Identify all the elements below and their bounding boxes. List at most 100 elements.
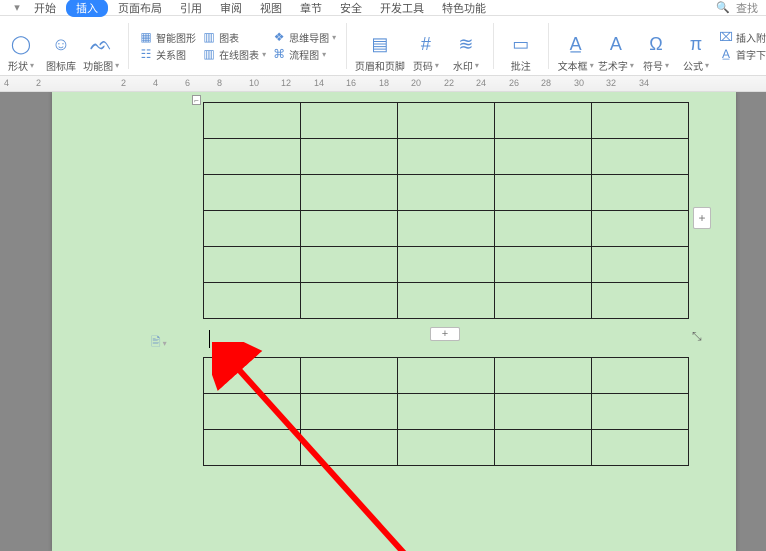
ribbon-mindmap[interactable]: ❖思维导图▾ [272,30,336,45]
table-cell[interactable] [398,358,495,394]
ribbon-attach[interactable]: ⌧插入附 [719,30,766,45]
table-cell[interactable] [398,139,495,175]
table-cell[interactable] [495,103,592,139]
horizontal-ruler[interactable]: 42246810121416182022242628303234 [0,76,766,92]
table-cell[interactable] [398,103,495,139]
table-cell[interactable] [592,139,689,175]
chart-icon: ▥ [202,30,216,44]
table-cell[interactable] [495,394,592,430]
document-page[interactable]: ⌐ + + ⤡ 🖹 ▾ [52,92,736,551]
table-cell[interactable] [398,283,495,319]
menu-review[interactable]: 审阅 [212,0,250,16]
table-cell[interactable] [592,283,689,319]
ribbon-chart[interactable]: ▥图表 [202,30,266,45]
attach-icon: ⌧ [719,30,733,44]
table-cell[interactable] [204,211,301,247]
table-cell[interactable] [592,175,689,211]
table-cell[interactable] [495,211,592,247]
funcgraph-icon: ᨒ [90,34,112,56]
menu-featured[interactable]: 特色功能 [434,0,494,16]
table-cell[interactable] [204,175,301,211]
menu-start[interactable]: 开始 [26,0,64,16]
ribbon-watermark[interactable]: ≋ 水印▾ [449,19,483,73]
chevron-down-icon: ▾ [705,61,709,70]
table-cell[interactable] [495,175,592,211]
table-cell[interactable] [495,430,592,466]
table-row [204,139,689,175]
table-cell[interactable] [204,430,301,466]
ribbon-formula[interactable]: π 公式▾ [679,19,713,73]
ribbon-dropcap[interactable]: A̲首字下 [719,47,766,62]
menu-chapter[interactable]: 章节 [292,0,330,16]
table-cell[interactable] [301,394,398,430]
ribbon-comment[interactable]: ▭ 批注 [504,19,538,73]
table-cell[interactable] [495,358,592,394]
menu-view[interactable]: 视图 [252,0,290,16]
table-cell[interactable] [204,358,301,394]
ribbon-smartgraph[interactable]: ▦智能图形 [139,30,196,45]
table-cell[interactable] [204,139,301,175]
table-cell[interactable] [592,211,689,247]
table-cell[interactable] [301,358,398,394]
table-cell[interactable] [204,247,301,283]
ribbon-textbox[interactable]: A̲ 文本框▾ [559,19,593,73]
ribbon-headerfooter[interactable]: ▤ 页眉和页脚 [357,19,403,73]
table-cell[interactable] [204,103,301,139]
table-cell[interactable] [204,283,301,319]
add-row-button[interactable]: + [430,327,460,341]
table-cell[interactable] [301,175,398,211]
table-cell[interactable] [592,358,689,394]
section-type-indicator[interactable]: 🖹 ▾ [151,333,167,354]
chevron-down-icon: ▾ [590,61,594,70]
ruler-tick: 16 [346,78,356,88]
menu-devtools[interactable]: 开发工具 [372,0,432,16]
textbox-icon: A̲ [565,34,587,56]
add-column-button[interactable]: + [693,207,711,229]
table-cell[interactable] [301,283,398,319]
table-cell[interactable] [398,247,495,283]
search-label[interactable]: 查找 [736,0,766,16]
menu-security[interactable]: 安全 [332,0,370,16]
file-dropdown-icon[interactable]: ▾ [10,1,24,14]
ribbon-wordart[interactable]: A 艺术字▾ [599,19,633,73]
ribbon-pagenum[interactable]: # 页码▾ [409,19,443,73]
table-cell[interactable] [398,211,495,247]
ribbon-funcgraph[interactable]: ᨒ 功能图▾ [84,19,118,73]
tab-marker[interactable]: ⌐ [192,95,201,105]
resize-handle-icon[interactable]: ⤡ [692,329,702,344]
table-cell[interactable] [592,247,689,283]
table-row [204,211,689,247]
table-cell[interactable] [592,103,689,139]
search-icon[interactable]: 🔍 [712,1,734,14]
section-type-icon: 🖹 [151,333,161,354]
ribbon-onlinechart[interactable]: ▥在线图表▾ [202,47,266,62]
table-cell[interactable] [301,139,398,175]
headerfooter-icon: ▤ [369,34,391,56]
chevron-down-icon: ▾ [435,61,439,70]
table-cell[interactable] [592,430,689,466]
ruler-tick: 2 [36,78,41,88]
ribbon-iconlib[interactable]: ☺ 图标库 [44,19,78,73]
table-1[interactable] [203,102,689,319]
menu-insert[interactable]: 插入 [66,0,108,17]
table-cell[interactable] [398,394,495,430]
table-cell[interactable] [301,247,398,283]
table-2[interactable] [203,357,689,466]
ruler-tick: 22 [444,78,454,88]
menu-page-layout[interactable]: 页面布局 [110,0,170,16]
ribbon-relation[interactable]: ☷关系图 [139,47,196,62]
table-cell[interactable] [204,394,301,430]
table-cell[interactable] [592,394,689,430]
table-cell[interactable] [301,211,398,247]
menu-references[interactable]: 引用 [172,0,210,16]
table-cell[interactable] [301,430,398,466]
table-cell[interactable] [398,430,495,466]
ribbon-shapes[interactable]: ◯ 形状▾ [4,19,38,73]
table-cell[interactable] [398,175,495,211]
table-cell[interactable] [495,247,592,283]
table-cell[interactable] [495,283,592,319]
ribbon-flowchart[interactable]: ⌘流程图▾ [272,47,336,62]
table-cell[interactable] [301,103,398,139]
table-cell[interactable] [495,139,592,175]
ribbon-symbol[interactable]: Ω 符号▾ [639,19,673,73]
